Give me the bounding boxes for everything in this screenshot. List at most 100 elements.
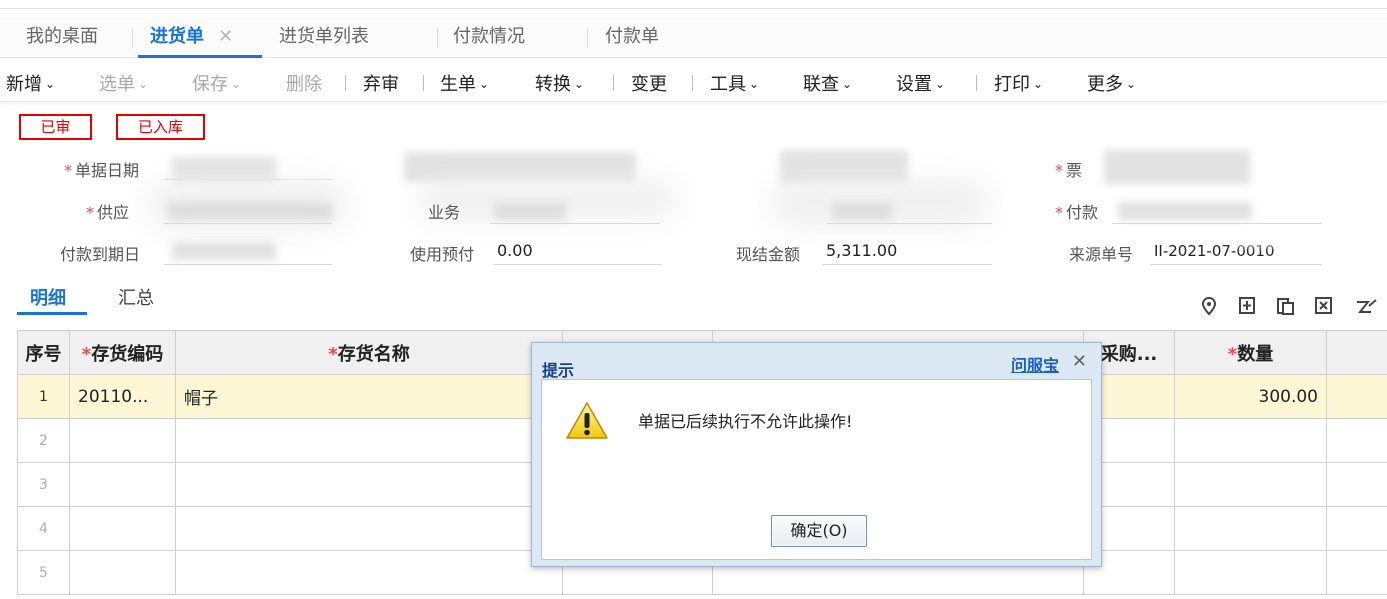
generate-button[interactable]: 生单 ⌄ [440, 70, 489, 96]
cell-col8[interactable] [1326, 462, 1387, 507]
cell-qty[interactable] [1174, 506, 1327, 551]
redacted-value [832, 202, 892, 220]
chevron-down-icon: ⌄ [574, 77, 585, 91]
cell-code[interactable] [69, 506, 176, 551]
header-qty-label: 数量 [1237, 343, 1274, 365]
cell-name[interactable] [175, 462, 563, 507]
tab-my-desktop[interactable]: 我的桌面 [26, 18, 98, 58]
convert-button[interactable]: 转换 ⌄ [535, 70, 584, 96]
more-button[interactable]: 更多 ⌄ [1087, 70, 1136, 96]
print-label: 打印 [994, 74, 1030, 95]
toolbar: 新增 ⌄ 选单 ⌄ 保存 ⌄ 删除 弃审 生单 ⌄ 转换 ⌄ 变更 工具 ⌄ 联查 ⌄ 设置 ⌄… [0, 60, 1387, 102]
row-seq: 4 [17, 506, 70, 551]
toolbar-separator [692, 75, 693, 91]
cell-qty[interactable]: 300.00 [1174, 374, 1327, 419]
cell-col8[interactable] [1326, 550, 1387, 595]
header-name-label: 存货名称 [337, 343, 410, 365]
tab-detail[interactable]: 明细 [30, 284, 66, 310]
generate-label: 生单 [440, 74, 476, 95]
required-mark: * [328, 343, 338, 365]
row-seq: 5 [17, 550, 70, 595]
bill-text: 票 [1066, 161, 1083, 180]
status-badge-stocked: 已入库 [116, 114, 205, 140]
tab-label: 进货单 [150, 26, 204, 47]
redacted-value [1118, 202, 1252, 220]
cell-code[interactable] [69, 550, 176, 595]
tools-button[interactable]: 工具 ⌄ [710, 70, 759, 96]
location-pin-icon[interactable] [1199, 296, 1219, 316]
cell-code[interactable] [69, 418, 176, 463]
tab-payment-status[interactable]: 付款情况 [453, 18, 525, 58]
tab-summary[interactable]: 汇总 [118, 284, 154, 310]
delete-row-icon[interactable] [1314, 296, 1334, 316]
cell-name[interactable] [175, 418, 563, 463]
cell-qty[interactable] [1174, 418, 1327, 463]
help-link[interactable]: 问服宝 [1011, 352, 1059, 376]
tab-payment-order[interactable]: 付款单 [605, 18, 659, 58]
close-icon[interactable]: ✕ [1072, 351, 1087, 372]
pay-text: 付款 [1066, 203, 1099, 222]
settings-button[interactable]: 设置 ⌄ [896, 70, 945, 96]
doc-date-label: * 单据日期 [64, 157, 139, 181]
toolbar-separator [976, 75, 977, 91]
unaudit-button[interactable]: 弃审 [363, 70, 399, 96]
tab-purchase-order[interactable]: 进货单 ✕ [138, 18, 262, 58]
header-seq: 序号 [17, 330, 70, 375]
change-button[interactable]: 变更 [631, 70, 667, 96]
cell-name[interactable] [175, 550, 563, 595]
toolbar-separator [423, 75, 424, 91]
query-label: 联查 [803, 74, 839, 95]
header-code[interactable]: *存货编码 [69, 330, 176, 375]
more-tools-icon[interactable] [1354, 296, 1378, 316]
cell-col8[interactable] [1326, 374, 1387, 419]
ok-button[interactable]: 确定(O) [771, 515, 867, 547]
top-divider [0, 8, 1387, 9]
cell-qty[interactable] [1174, 550, 1327, 595]
header-col8[interactable] [1326, 330, 1387, 375]
header-qty[interactable]: *数量 [1174, 330, 1327, 375]
close-icon[interactable]: ✕ [218, 26, 233, 47]
cell-qty[interactable] [1174, 462, 1327, 507]
redacted-value [1104, 150, 1250, 184]
chevron-down-icon: ⌄ [479, 77, 490, 91]
due-date-label: 付款到期日 [60, 245, 141, 264]
cell-code[interactable] [69, 462, 176, 507]
more-label: 更多 [1087, 74, 1123, 95]
header-name[interactable]: *存货名称 [175, 330, 563, 375]
active-tab-indicator [17, 312, 87, 315]
chevron-down-icon: ⌄ [1033, 77, 1044, 91]
row-seq: 2 [17, 418, 70, 463]
required-mark: * [1227, 343, 1238, 365]
toolbar-separator [613, 75, 614, 91]
chevron-down-icon: ⌄ [231, 77, 242, 91]
tab-separator [132, 28, 133, 48]
row-seq: 3 [17, 462, 70, 507]
query-button[interactable]: 联查 ⌄ [803, 70, 852, 96]
copy-row-icon[interactable] [1276, 296, 1296, 316]
header-code-label: 存货编码 [91, 343, 164, 365]
business-label: 业务 [428, 203, 461, 222]
cell-code[interactable]: 20110... [69, 374, 176, 419]
dialog-title: 提示 [542, 361, 575, 380]
cell-col8[interactable] [1326, 418, 1387, 463]
chevron-down-icon: ⌄ [138, 77, 149, 91]
cell-col8[interactable] [1326, 506, 1387, 551]
chevron-down-icon: ⌄ [842, 77, 853, 91]
prepay-field[interactable]: 0.00 [493, 237, 662, 265]
cell-name[interactable] [175, 506, 563, 551]
required-mark: * [1055, 203, 1063, 222]
required-mark: * [81, 343, 92, 365]
tab-purchase-list[interactable]: 进货单列表 [279, 18, 369, 58]
cell-name[interactable]: 帽子 [175, 374, 563, 419]
chevron-down-icon: ⌄ [935, 77, 946, 91]
save-button[interactable]: 保存 ⌄ [192, 70, 241, 96]
print-button[interactable]: 打印 ⌄ [994, 70, 1043, 96]
select-button[interactable]: 选单 ⌄ [99, 70, 148, 96]
settle-amount-field[interactable]: 5,311.00 [822, 237, 992, 265]
insert-row-icon[interactable] [1238, 296, 1258, 316]
delete-button[interactable]: 删除 [286, 70, 322, 96]
select-label: 选单 [99, 74, 135, 95]
chevron-down-icon: ⌄ [1126, 77, 1137, 91]
new-button[interactable]: 新增 ⌄ [6, 70, 55, 96]
redacted-value [780, 150, 908, 184]
